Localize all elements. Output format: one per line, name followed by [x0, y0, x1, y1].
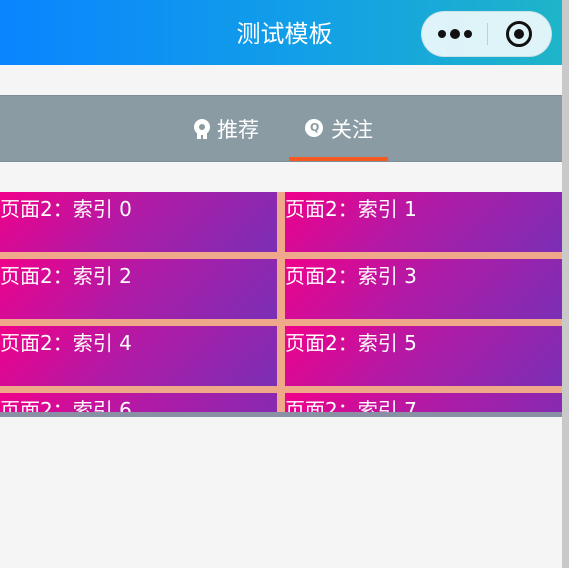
grid-item[interactable]: 页面2：索引 4: [0, 326, 277, 386]
navigation-bar: 测试模板: [0, 0, 569, 65]
tab-follow[interactable]: 关注: [305, 96, 373, 161]
grid-item[interactable]: 页面2：索引 7: [285, 393, 562, 413]
menu-capsule: [421, 11, 552, 57]
capsule-divider: [487, 23, 488, 45]
grid-item-label: 页面2：索引 6: [0, 398, 132, 413]
tab-label: 关注: [331, 117, 373, 142]
grid-item-label: 页面2：索引 0: [0, 197, 132, 221]
grid-item[interactable]: 页面2：索引 3: [285, 259, 562, 319]
tab-bar: 推荐 关注: [0, 95, 562, 162]
target-circle-icon[interactable]: [506, 21, 532, 47]
tab-label: 推荐: [217, 117, 259, 142]
scrollbar[interactable]: [562, 0, 569, 568]
grid-item[interactable]: 页面2：索引 5: [285, 326, 562, 386]
grid-bottom-border: [0, 412, 562, 417]
grid-item[interactable]: 页面2：索引 6: [0, 393, 277, 413]
grid-item[interactable]: 页面2：索引 0: [0, 192, 277, 252]
chat-bubble-icon: [305, 118, 325, 139]
active-tab-indicator: [289, 157, 388, 161]
grid-item[interactable]: 页面2：索引 1: [285, 192, 562, 252]
grid-list[interactable]: 页面2：索引 0 页面2：索引 1 页面2：索引 2 页面2：索引 3 页面2：…: [0, 192, 562, 413]
grid-item-label: 页面2：索引 7: [285, 398, 417, 413]
grid-item-label: 页面2：索引 3: [285, 264, 417, 288]
rosette-icon: [193, 118, 211, 139]
grid-item-label: 页面2：索引 5: [285, 331, 417, 355]
grid-item[interactable]: 页面2：索引 2: [0, 259, 277, 319]
grid-item-label: 页面2：索引 4: [0, 331, 132, 355]
more-dots-icon[interactable]: [422, 12, 487, 56]
grid-item-label: 页面2：索引 1: [285, 197, 417, 221]
grid-item-label: 页面2：索引 2: [0, 264, 132, 288]
tab-recommend[interactable]: 推荐: [193, 96, 259, 161]
